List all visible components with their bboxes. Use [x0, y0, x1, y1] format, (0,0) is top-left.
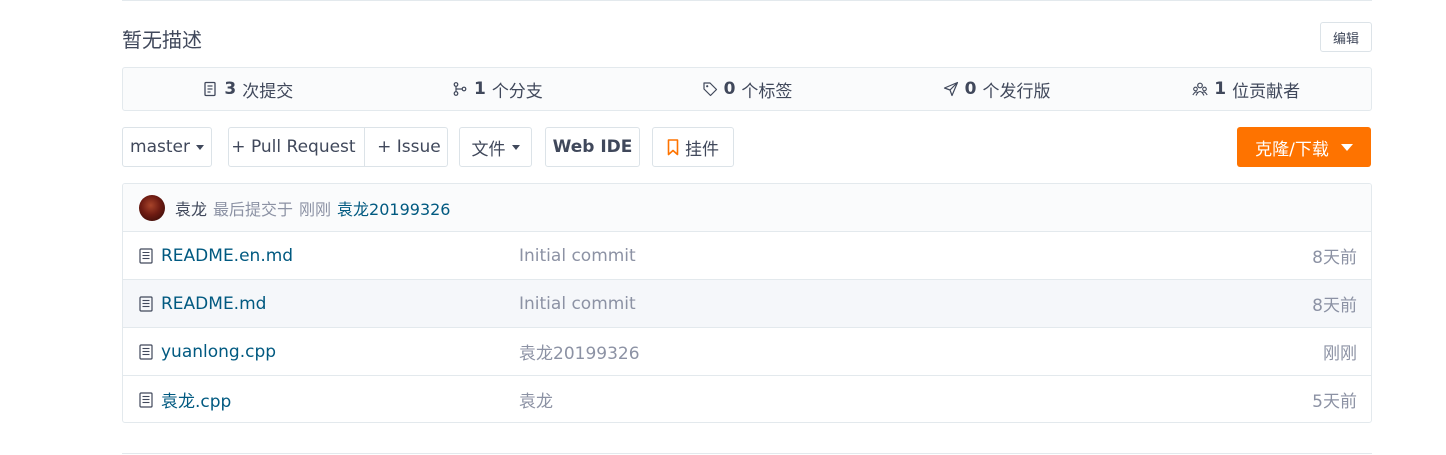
branch-select-label: master — [130, 137, 190, 157]
table-row: yuanlong.cpp 袁龙20199326 刚刚 — [123, 328, 1371, 376]
chevron-down-icon — [195, 144, 204, 150]
commit-label: 最后提交于 — [213, 199, 294, 219]
clone-download-button[interactable]: 克隆/下载 — [1237, 127, 1371, 167]
table-row: README.en.md Initial commit 8天前 — [123, 232, 1371, 280]
table-row: README.md Initial commit 8天前 — [123, 280, 1371, 328]
file-name: README.en.md — [161, 245, 294, 266]
file-list: 袁龙 最后提交于 刚刚 袁龙20199326 README.en.md Init… — [122, 183, 1372, 423]
file-commit-message[interactable]: 袁龙 — [519, 387, 553, 412]
chevron-down-icon — [511, 144, 520, 150]
file-commit-message[interactable]: 袁龙20199326 — [519, 339, 640, 364]
web-ide-button[interactable]: Web IDE — [545, 127, 640, 167]
stat-branches[interactable]: 1 个分支 — [373, 68, 623, 110]
release-icon — [943, 81, 958, 97]
file-link[interactable]: README.en.md — [139, 246, 293, 266]
file-icon — [139, 343, 153, 360]
stat-releases-label: 个发行版 — [982, 81, 1051, 102]
file-commit-message[interactable]: Initial commit — [519, 294, 636, 314]
repo-toolbar: master + Pull Request + Issue 文件 Web IDE… — [0, 127, 1446, 167]
stat-branches-label: 个分支 — [491, 81, 543, 102]
repo-stats-bar: 3 次提交 1 个分支 0 个标签 0 个发行版 1 位贡献者 — [122, 67, 1372, 111]
file-link[interactable]: README.md — [139, 294, 266, 314]
branch-select[interactable]: master — [122, 127, 212, 167]
file-name: 袁龙.cpp — [161, 392, 232, 412]
file-icon — [139, 391, 153, 408]
chevron-down-icon — [1340, 143, 1353, 151]
stat-commits-count: 3 — [224, 79, 237, 99]
file-commit-time: 8天前 — [1312, 296, 1357, 316]
file-commit-time: 8天前 — [1312, 248, 1357, 268]
new-pull-request-button[interactable]: + Pull Request — [229, 128, 358, 166]
tag-icon — [702, 82, 717, 97]
file-commit-time: 5天前 — [1312, 392, 1357, 412]
file-icon — [139, 295, 153, 312]
contributors-icon — [1192, 82, 1208, 96]
edit-description-button[interactable]: 编辑 — [1320, 22, 1372, 52]
bookmark-icon — [667, 138, 679, 155]
avatar[interactable] — [139, 194, 165, 221]
file-menu-label: 文件 — [471, 139, 506, 160]
file-link[interactable]: yuanlong.cpp — [139, 342, 276, 362]
widget-label: 挂件 — [685, 139, 719, 160]
repo-description: 暂无描述 — [122, 28, 202, 52]
stat-contributors-label: 位贡献者 — [1232, 81, 1301, 102]
stat-commits-label: 次提交 — [242, 81, 294, 102]
file-commit-message[interactable]: Initial commit — [519, 246, 636, 266]
stat-tags-count: 0 — [723, 79, 736, 99]
bottom-divider — [122, 453, 1372, 454]
file-name: yuanlong.cpp — [161, 341, 277, 362]
new-issue-button[interactable]: + Issue — [371, 128, 447, 166]
top-divider — [122, 0, 1372, 1]
pr-issue-group: + Pull Request + Issue — [228, 127, 448, 167]
widget-button[interactable]: 挂件 — [652, 127, 734, 167]
file-commit-time: 刚刚 — [1323, 344, 1357, 364]
commit-time: 刚刚 — [299, 199, 332, 219]
commit-message-link[interactable]: 袁龙20199326 — [337, 196, 450, 220]
stat-contributors-count: 1 — [1214, 79, 1227, 99]
last-commit-bar: 袁龙 最后提交于 刚刚 袁龙20199326 — [123, 184, 1371, 232]
clone-download-label: 克隆/下载 — [1255, 139, 1329, 160]
stat-tags[interactable]: 0 个标签 — [622, 68, 872, 110]
file-link[interactable]: 袁龙.cpp — [139, 387, 231, 412]
stat-contributors[interactable]: 1 位贡献者 — [1121, 68, 1371, 110]
file-icon — [139, 247, 153, 264]
commit-author[interactable]: 袁龙 — [175, 196, 207, 220]
stat-releases[interactable]: 0 个发行版 — [872, 68, 1122, 110]
table-row: 袁龙.cpp 袁龙 5天前 — [123, 376, 1371, 422]
file-menu-button[interactable]: 文件 — [459, 127, 532, 167]
stat-tags-label: 个标签 — [741, 81, 793, 102]
stat-releases-count: 0 — [964, 79, 977, 99]
button-divider — [363, 128, 365, 166]
commit-icon — [204, 81, 217, 97]
stat-branches-count: 1 — [473, 79, 486, 99]
file-name: README.md — [161, 293, 267, 314]
branch-icon — [453, 82, 467, 96]
stat-commits[interactable]: 3 次提交 — [123, 68, 373, 110]
